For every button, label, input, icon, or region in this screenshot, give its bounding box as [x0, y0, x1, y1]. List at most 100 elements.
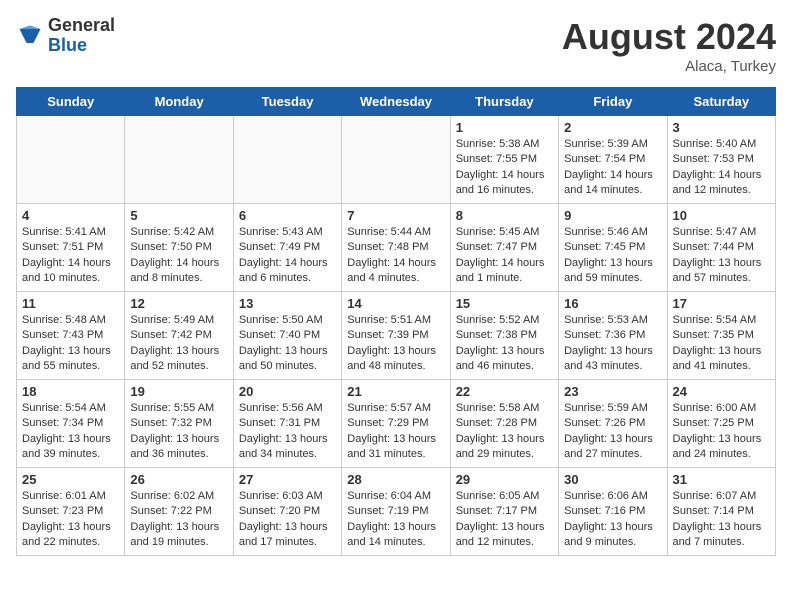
day-number: 15: [456, 296, 553, 311]
day-info: Sunrise: 6:01 AM Sunset: 7:23 PM Dayligh…: [22, 489, 119, 551]
day-number: 11: [22, 296, 119, 311]
day-info: Sunrise: 5:42 AM Sunset: 7:50 PM Dayligh…: [130, 225, 227, 287]
calendar-cell: [342, 116, 450, 204]
calendar-cell: 18 Sunrise: 5:54 AM Sunset: 7:34 PM Dayli…: [17, 380, 125, 468]
calendar-cell: 15 Sunrise: 5:52 AM Sunset: 7:38 PM Dayli…: [450, 292, 558, 380]
week-row-5: 25Sunrise: 6:01 AM Sunset: 7:23 PM Dayli…: [17, 468, 776, 556]
day-info: Sunrise: 5:58 AM Sunset: 7:28 PM Dayligh…: [456, 401, 553, 463]
calendar-cell: 17Sunrise: 5:54 AM Sunset: 7:35 PM Dayli…: [667, 292, 775, 380]
day-info: Sunrise: 5:54 AM Sunset: 7:34 PM Dayligh…: [22, 401, 119, 463]
logo-general-text: General: [48, 16, 115, 36]
calendar-cell: 2 Sunrise: 5:39 AM Sunset: 7:54 PM Daylig…: [559, 116, 667, 204]
calendar-cell: 29 Sunrise: 6:05 AM Sunset: 7:17 PM Dayli…: [450, 468, 558, 556]
day-info: Sunrise: 5:57 AM Sunset: 7:29 PM Dayligh…: [347, 401, 444, 463]
day-info: Sunrise: 5:43 AM Sunset: 7:49 PM Dayligh…: [239, 225, 336, 287]
calendar-cell: 20Sunrise: 5:56 AM Sunset: 7:31 PM Dayli…: [233, 380, 341, 468]
day-number: 18: [22, 384, 119, 399]
calendar-cell: 3 Sunrise: 5:40 AM Sunset: 7:53 PM Daylig…: [667, 116, 775, 204]
day-number: 22: [456, 384, 553, 399]
title-block: August 2024 Alaca, Turkey: [562, 16, 776, 75]
calendar-cell: 24 Sunrise: 6:00 AM Sunset: 7:25 PM Dayli…: [667, 380, 775, 468]
day-info: Sunrise: 6:05 AM Sunset: 7:17 PM Dayligh…: [456, 489, 553, 551]
day-number: 24: [673, 384, 770, 399]
day-number: 12: [130, 296, 227, 311]
day-number: 16: [564, 296, 661, 311]
weekday-header-sunday: Sunday: [17, 88, 125, 116]
day-info: Sunrise: 6:04 AM Sunset: 7:19 PM Dayligh…: [347, 489, 444, 551]
day-number: 1: [456, 120, 553, 135]
day-number: 26: [130, 472, 227, 487]
calendar-cell: 22 Sunrise: 5:58 AM Sunset: 7:28 PM Dayli…: [450, 380, 558, 468]
day-info: Sunrise: 5:53 AM Sunset: 7:36 PM Dayligh…: [564, 313, 661, 375]
calendar-cell: 25Sunrise: 6:01 AM Sunset: 7:23 PM Dayli…: [17, 468, 125, 556]
calendar-cell: 1 Sunrise: 5:38 AM Sunset: 7:55 PM Daylig…: [450, 116, 558, 204]
week-row-2: 4Sunrise: 5:41 AM Sunset: 7:51 PM Daylig…: [17, 204, 776, 292]
calendar-cell: 26Sunrise: 6:02 AM Sunset: 7:22 PM Dayli…: [125, 468, 233, 556]
weekday-header-wednesday: Wednesday: [342, 88, 450, 116]
weekday-header-tuesday: Tuesday: [233, 88, 341, 116]
day-info: Sunrise: 5:56 AM Sunset: 7:31 PM Dayligh…: [239, 401, 336, 463]
month-year: August 2024: [562, 16, 776, 58]
day-number: 27: [239, 472, 336, 487]
weekday-header-row: SundayMondayTuesdayWednesdayThursdayFrid…: [17, 88, 776, 116]
day-info: Sunrise: 5:52 AM Sunset: 7:38 PM Dayligh…: [456, 313, 553, 375]
day-info: Sunrise: 6:00 AM Sunset: 7:25 PM Dayligh…: [673, 401, 770, 463]
calendar-cell: 11 Sunrise: 5:48 AM Sunset: 7:43 PM Dayli…: [17, 292, 125, 380]
day-number: 29: [456, 472, 553, 487]
calendar-cell: 14 Sunrise: 5:51 AM Sunset: 7:39 PM Dayli…: [342, 292, 450, 380]
calendar-cell: 10Sunrise: 5:47 AM Sunset: 7:44 PM Dayli…: [667, 204, 775, 292]
calendar-cell: 6 Sunrise: 5:43 AM Sunset: 7:49 PM Daylig…: [233, 204, 341, 292]
day-info: Sunrise: 5:41 AM Sunset: 7:51 PM Dayligh…: [22, 225, 119, 287]
week-row-3: 11 Sunrise: 5:48 AM Sunset: 7:43 PM Dayli…: [17, 292, 776, 380]
day-info: Sunrise: 5:38 AM Sunset: 7:55 PM Dayligh…: [456, 137, 553, 199]
day-number: 14: [347, 296, 444, 311]
day-number: 19: [130, 384, 227, 399]
calendar-cell: 31Sunrise: 6:07 AM Sunset: 7:14 PM Dayli…: [667, 468, 775, 556]
day-number: 9: [564, 208, 661, 223]
weekday-header-saturday: Saturday: [667, 88, 775, 116]
day-info: Sunrise: 5:59 AM Sunset: 7:26 PM Dayligh…: [564, 401, 661, 463]
day-info: Sunrise: 6:06 AM Sunset: 7:16 PM Dayligh…: [564, 489, 661, 551]
day-number: 28: [347, 472, 444, 487]
day-info: Sunrise: 5:47 AM Sunset: 7:44 PM Dayligh…: [673, 225, 770, 287]
weekday-header-friday: Friday: [559, 88, 667, 116]
day-number: 23: [564, 384, 661, 399]
day-info: Sunrise: 5:39 AM Sunset: 7:54 PM Dayligh…: [564, 137, 661, 199]
day-info: Sunrise: 5:55 AM Sunset: 7:32 PM Dayligh…: [130, 401, 227, 463]
weekday-header-thursday: Thursday: [450, 88, 558, 116]
day-number: 6: [239, 208, 336, 223]
calendar-cell: 19 Sunrise: 5:55 AM Sunset: 7:32 PM Dayli…: [125, 380, 233, 468]
day-number: 3: [673, 120, 770, 135]
calendar-cell: 5 Sunrise: 5:42 AM Sunset: 7:50 PM Daylig…: [125, 204, 233, 292]
day-number: 21: [347, 384, 444, 399]
logo-blue-text: Blue: [48, 36, 115, 56]
logo-icon: [16, 22, 44, 50]
day-info: Sunrise: 5:45 AM Sunset: 7:47 PM Dayligh…: [456, 225, 553, 287]
calendar-cell: 21 Sunrise: 5:57 AM Sunset: 7:29 PM Dayli…: [342, 380, 450, 468]
week-row-1: 1 Sunrise: 5:38 AM Sunset: 7:55 PM Daylig…: [17, 116, 776, 204]
logo: General Blue: [16, 16, 115, 56]
calendar-cell: 9 Sunrise: 5:46 AM Sunset: 7:45 PM Daylig…: [559, 204, 667, 292]
calendar-cell: 23 Sunrise: 5:59 AM Sunset: 7:26 PM Dayli…: [559, 380, 667, 468]
calendar-cell: 13 Sunrise: 5:50 AM Sunset: 7:40 PM Dayli…: [233, 292, 341, 380]
day-info: Sunrise: 5:40 AM Sunset: 7:53 PM Dayligh…: [673, 137, 770, 199]
calendar-cell: 7 Sunrise: 5:44 AM Sunset: 7:48 PM Daylig…: [342, 204, 450, 292]
day-info: Sunrise: 5:50 AM Sunset: 7:40 PM Dayligh…: [239, 313, 336, 375]
day-number: 7: [347, 208, 444, 223]
day-number: 2: [564, 120, 661, 135]
day-info: Sunrise: 5:51 AM Sunset: 7:39 PM Dayligh…: [347, 313, 444, 375]
day-number: 31: [673, 472, 770, 487]
location: Alaca, Turkey: [562, 58, 776, 75]
calendar-cell: [17, 116, 125, 204]
day-info: Sunrise: 5:48 AM Sunset: 7:43 PM Dayligh…: [22, 313, 119, 375]
calendar-cell: 28 Sunrise: 6:04 AM Sunset: 7:19 PM Dayli…: [342, 468, 450, 556]
calendar-cell: 30Sunrise: 6:06 AM Sunset: 7:16 PM Dayli…: [559, 468, 667, 556]
calendar-cell: 27Sunrise: 6:03 AM Sunset: 7:20 PM Dayli…: [233, 468, 341, 556]
logo-text: General Blue: [48, 16, 115, 56]
calendar-cell: [233, 116, 341, 204]
day-info: Sunrise: 5:46 AM Sunset: 7:45 PM Dayligh…: [564, 225, 661, 287]
day-info: Sunrise: 5:44 AM Sunset: 7:48 PM Dayligh…: [347, 225, 444, 287]
page-header: General Blue August 2024 Alaca, Turkey: [16, 16, 776, 75]
day-number: 13: [239, 296, 336, 311]
day-number: 5: [130, 208, 227, 223]
